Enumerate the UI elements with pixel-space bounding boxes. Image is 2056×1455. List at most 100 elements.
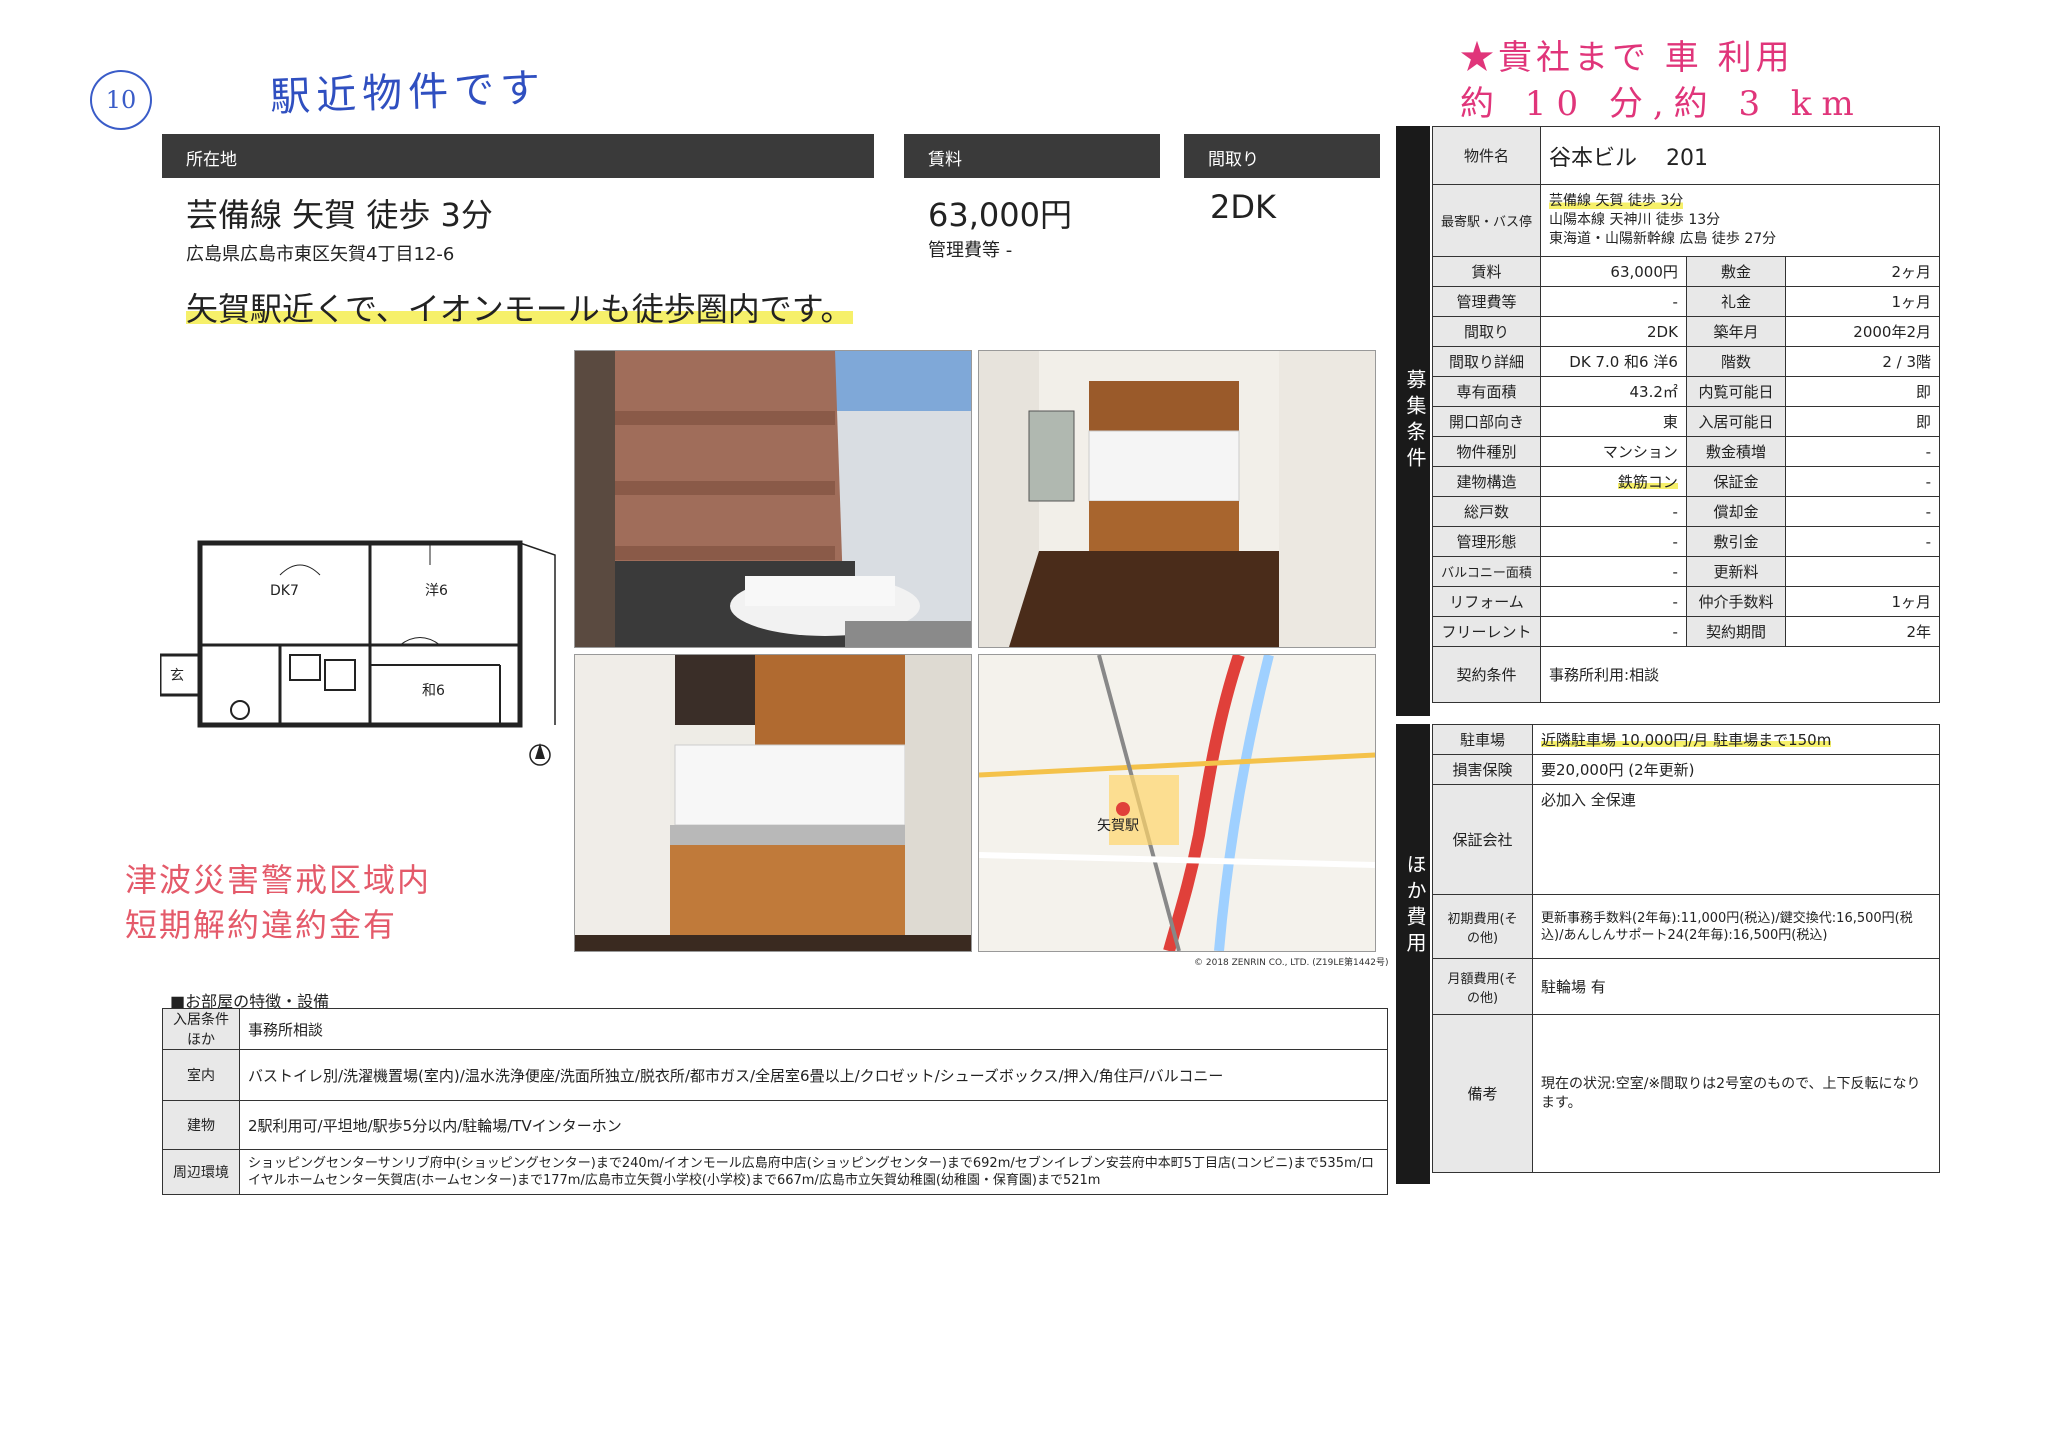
spec-value: -	[1540, 526, 1687, 557]
spec-value: -	[1540, 286, 1687, 317]
feature-label: 入居条件ほか	[162, 1008, 240, 1050]
spec-value: 2年	[1785, 616, 1940, 647]
feature-row: 周辺環境 ショッピングセンターサンリブ府中(ショッピングセンター)まで240m/…	[162, 1149, 1388, 1195]
spec-value: DK 7.0 和6 洋6	[1540, 346, 1687, 377]
map-copyright: © 2018 ZENRIN CO., LTD. (Z19LE第1442号)	[1194, 958, 1389, 968]
spec-value: 即	[1785, 406, 1940, 437]
spec-label: リフォーム	[1431, 586, 1542, 617]
property-name: 谷本ビル 201	[1540, 126, 1940, 185]
spec-value: 東	[1540, 406, 1687, 437]
guarantor-value: 必加入 全保連	[1532, 784, 1940, 895]
spec-row: 管理費等 - 礼金 1ヶ月	[1431, 286, 1940, 317]
spec-value: -	[1785, 436, 1940, 467]
floorplan-outer-wall	[197, 540, 523, 728]
spec-label: 建物構造	[1431, 466, 1542, 497]
spec-table: 物件名 谷本ビル 201 最寄駅・バス停 芸備線 矢賀 徒歩 3分 山陽本線 天…	[1431, 126, 1940, 703]
layout-header: 間取り	[1184, 134, 1380, 178]
spec-value: 2ヶ月	[1785, 256, 1940, 287]
handwritten-circle: 10	[90, 70, 152, 130]
feature-value: 2駅利用可/平坦地/駅歩5分以内/駐輪場/TVインターホン	[239, 1100, 1388, 1150]
spec-label: 築年月	[1685, 316, 1787, 347]
rent-label: 賃料	[928, 150, 962, 170]
spec-value: 2 / 3階	[1785, 346, 1940, 377]
side-label-recruit: 募集条件	[1403, 369, 1427, 473]
spec-label: 間取り詳細	[1431, 346, 1542, 377]
parking-value: 近隣駐車場 10,000円/月 駐車場まで150m	[1532, 724, 1940, 755]
parking-label: 駐車場	[1432, 724, 1533, 755]
spec-label: 仲介手数料	[1685, 586, 1787, 617]
spec-row: フリーレント - 契約期間 2年	[1431, 616, 1940, 647]
building-exterior-photo	[574, 350, 972, 648]
spec-value: マンション	[1540, 436, 1687, 467]
spec-value: 43.2㎡	[1540, 376, 1687, 407]
nearest-station: 芸備線 矢賀 徒歩 3分	[1549, 192, 1684, 211]
feature-value: 事務所相談	[239, 1008, 1388, 1050]
catchphrase: 矢賀駅近くで、イオンモールも徒歩圏内です。	[186, 284, 853, 330]
management-fee: 管理費等 -	[928, 240, 1013, 261]
nearest-label: 最寄駅・バス停	[1431, 184, 1542, 257]
map-station-label: 矢賀駅	[1097, 818, 1139, 834]
structure-value: 鉄筋コン	[1617, 473, 1678, 491]
spec-value: 1ヶ月	[1785, 586, 1940, 617]
spec-label: バルコニー面積	[1431, 556, 1542, 587]
spec-label: 開口部向き	[1431, 406, 1542, 437]
spec-row: 間取り詳細 DK 7.0 和6 洋6 階数 2 / 3階	[1431, 346, 1940, 377]
spec-value	[1785, 556, 1940, 587]
nearest-stations: 芸備線 矢賀 徒歩 3分 山陽本線 天神川 徒歩 13分 東海道・山陽新幹線 広…	[1540, 184, 1940, 257]
spec-label: 礼金	[1685, 286, 1787, 317]
spec-label: フリーレント	[1431, 616, 1542, 647]
feature-label: 建物	[162, 1100, 240, 1150]
insurance-label: 損害保険	[1432, 754, 1533, 785]
spec-value: -	[1540, 586, 1687, 617]
feature-value: ショッピングセンターサンリブ府中(ショッピングセンター)まで240m/イオンモー…	[239, 1149, 1388, 1195]
monthly-cost-value: 駐輪場 有	[1532, 958, 1940, 1015]
spec-row: 総戸数 - 償却金 -	[1431, 496, 1940, 527]
spec-value: -	[1540, 496, 1687, 527]
spec-value: 2000年2月	[1785, 316, 1940, 347]
circle-number: 10	[105, 86, 137, 114]
area-map: 矢賀駅	[978, 654, 1376, 952]
side-bar-recruit: 募集条件	[1396, 126, 1430, 716]
remarks-label: 備考	[1432, 1014, 1533, 1173]
spec-label: 内覧可能日	[1685, 376, 1787, 407]
spec-label: 管理費等	[1431, 286, 1542, 317]
station-text: 芸備線 矢賀 徒歩 3分	[186, 196, 493, 234]
handwritten-note-right-2: 約 10 分,約 3 km	[1460, 84, 1864, 124]
feature-row: 室内 バストイレ別/洗濯機置場(室内)/温水洗浄便座/洗面所独立/脱衣所/都市ガ…	[162, 1049, 1388, 1101]
spec-label: 間取り	[1431, 316, 1542, 347]
side-label-costs: ほか費用	[1403, 854, 1427, 958]
tsunami-warning: 津波災害警戒区域内	[125, 861, 432, 899]
floorplan-japanese: 和6	[422, 683, 445, 699]
feature-row: 入居条件ほか 事務所相談	[162, 1008, 1388, 1050]
monthly-cost-label: 月額費用(その他)	[1432, 958, 1533, 1015]
layout-label: 間取り	[1208, 150, 1259, 170]
floorplan-dk: DK7	[270, 583, 299, 599]
nearest-station: 山陽本線 天神川 徒歩 13分	[1549, 212, 1721, 228]
address-text: 広島県広島市東区矢賀4丁目12-6	[186, 244, 455, 265]
parking-text: 近隣駐車場 10,000円/月 駐車場まで150m	[1541, 731, 1832, 749]
spec-value: 鉄筋コン	[1540, 466, 1687, 497]
layout-value: 2DK	[1210, 188, 1276, 226]
remarks-value: 現在の状況:空室/※間取りは2号室のもので、上下反転になります。	[1532, 1014, 1940, 1173]
spec-value: 63,000円	[1540, 256, 1687, 287]
contract-value: 事務所利用:相談	[1540, 646, 1940, 703]
floor-plan: DK7 洋6 和6 玄	[160, 540, 556, 766]
map-station-icon	[1116, 802, 1130, 816]
nearest-station: 東海道・山陽新幹線 広島 徒歩 27分	[1549, 231, 1777, 247]
spec-label: 階数	[1685, 346, 1787, 377]
spec-row: 専有面積 43.2㎡ 内覧可能日即	[1431, 376, 1940, 407]
spec-row: 賃料 63,000円 敷金 2ヶ月	[1431, 256, 1940, 287]
spec-label: 保証金	[1685, 466, 1787, 497]
spec-label: 管理形態	[1431, 526, 1542, 557]
spec-row: 間取り 2DK 築年月 2000年2月	[1431, 316, 1940, 347]
features-table: 入居条件ほか 事務所相談 室内 バストイレ別/洗濯機置場(室内)/温水洗浄便座/…	[162, 1008, 1388, 1195]
kitchen-photo-1	[978, 350, 1376, 648]
catchphrase-text: 矢賀駅近くで、イオンモールも徒歩圏内です。	[186, 290, 853, 328]
feature-label: 周辺環境	[162, 1149, 240, 1195]
location-header: 所在地	[162, 134, 874, 178]
spec-value: -	[1540, 616, 1687, 647]
handwritten-note-left: 駅近物件です	[269, 65, 547, 121]
spec-row: 物件種別 マンション 敷金積増 -	[1431, 436, 1940, 467]
spec-label: 敷金積増	[1685, 436, 1787, 467]
other-costs-table: 駐車場 近隣駐車場 10,000円/月 駐車場まで150m 損害保険 要20,000…	[1432, 724, 1940, 1173]
